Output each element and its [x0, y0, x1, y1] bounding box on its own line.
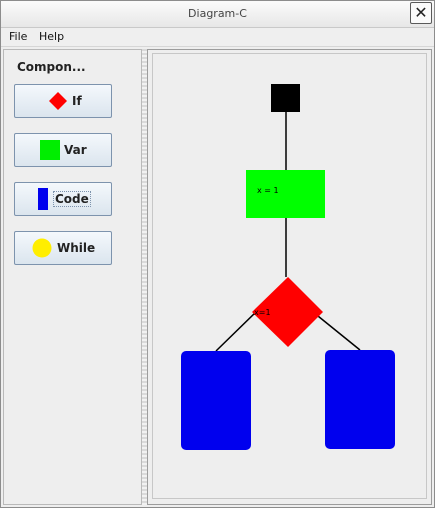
- red-diamond-icon: [49, 92, 67, 110]
- if-button[interactable]: If: [14, 84, 112, 118]
- while-button-label: While: [57, 241, 96, 255]
- app-window: Diagram-C ✕ File Help Compon... If Var C…: [0, 0, 435, 508]
- components-panel: Compon... If Var Code While: [3, 49, 142, 505]
- components-heading: Compon...: [17, 60, 86, 74]
- menu-bar: File Help: [1, 28, 434, 47]
- menu-help[interactable]: Help: [39, 30, 64, 43]
- var-button-label: Var: [64, 143, 87, 157]
- blue-rect-icon: [38, 188, 48, 210]
- edge-if-right: [312, 311, 361, 351]
- window-title: Diagram-C: [188, 7, 247, 20]
- while-button[interactable]: While: [14, 231, 112, 265]
- menu-file[interactable]: File: [9, 30, 27, 43]
- code-button[interactable]: Code: [14, 182, 112, 216]
- edge-if-left: [215, 311, 257, 352]
- title-bar[interactable]: Diagram-C ✕: [1, 1, 434, 28]
- start-node[interactable]: [271, 84, 300, 112]
- green-square-icon: [40, 140, 60, 160]
- var-node-label: x = 1: [257, 186, 279, 195]
- diagram-svg: x = 1 x=1: [181, 84, 395, 450]
- close-button[interactable]: ✕: [410, 2, 432, 24]
- code-node-left[interactable]: [181, 351, 251, 450]
- if-button-label: If: [72, 94, 82, 108]
- yellow-circle-icon: [32, 238, 52, 258]
- code-node-right[interactable]: [325, 350, 395, 449]
- diagram-canvas[interactable]: x = 1 x=1: [147, 49, 432, 505]
- var-button[interactable]: Var: [14, 133, 112, 167]
- if-node-label: x=1: [254, 308, 271, 317]
- code-button-label: Code: [53, 191, 91, 207]
